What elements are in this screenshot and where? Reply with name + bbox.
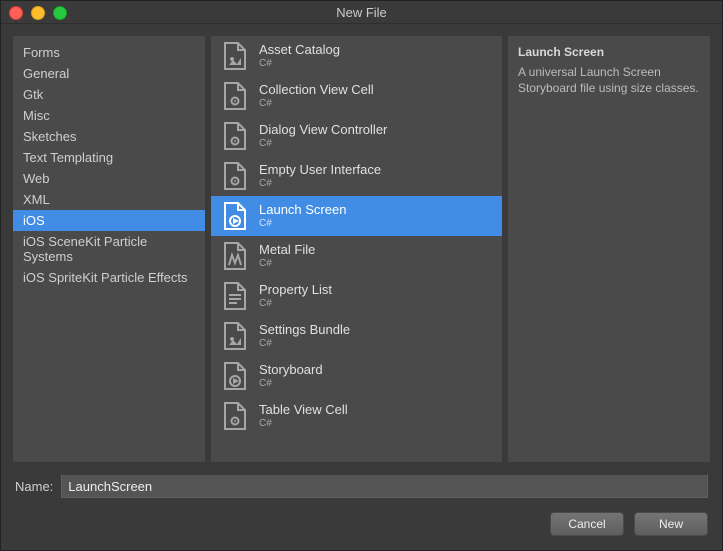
file-icon <box>219 161 249 191</box>
cancel-button[interactable]: Cancel <box>550 512 624 536</box>
file-icon <box>219 121 249 151</box>
file-icon <box>219 281 249 311</box>
window-title: New File <box>336 5 387 20</box>
template-lang: C# <box>259 338 350 349</box>
template-lang: C# <box>259 58 340 69</box>
template-lang: C# <box>259 178 381 189</box>
template-lang: C# <box>259 218 346 229</box>
category-item[interactable]: XML <box>13 189 205 210</box>
new-button[interactable]: New <box>634 512 708 536</box>
template-label: Settings Bundle <box>259 323 350 337</box>
close-icon[interactable] <box>9 6 23 20</box>
template-label: Table View Cell <box>259 403 348 417</box>
template-item[interactable]: Launch ScreenC# <box>211 196 502 236</box>
template-item[interactable]: Empty User InterfaceC# <box>211 156 502 196</box>
file-icon <box>219 201 249 231</box>
category-item[interactable]: Misc <box>13 105 205 126</box>
template-item[interactable]: Settings BundleC# <box>211 316 502 356</box>
template-label: Collection View Cell <box>259 83 374 97</box>
zoom-icon[interactable] <box>53 6 67 20</box>
template-item[interactable]: StoryboardC# <box>211 356 502 396</box>
minimize-icon[interactable] <box>31 6 45 20</box>
description-text: A universal Launch Screen Storyboard fil… <box>518 64 700 96</box>
category-list: FormsGeneralGtkMiscSketchesText Templati… <box>13 36 205 462</box>
category-item[interactable]: Gtk <box>13 84 205 105</box>
category-item[interactable]: Forms <box>13 42 205 63</box>
category-item[interactable]: Web <box>13 168 205 189</box>
file-icon <box>219 401 249 431</box>
category-item[interactable]: General <box>13 63 205 84</box>
template-label: Launch Screen <box>259 203 346 217</box>
template-label: Storyboard <box>259 363 323 377</box>
template-label: Empty User Interface <box>259 163 381 177</box>
template-lang: C# <box>259 378 323 389</box>
category-item[interactable]: iOS SceneKit Particle Systems <box>13 231 205 267</box>
file-icon <box>219 361 249 391</box>
template-item[interactable]: Dialog View ControllerC# <box>211 116 502 156</box>
template-item[interactable]: Collection View CellC# <box>211 76 502 116</box>
template-list: Asset CatalogC#Collection View CellC#Dia… <box>211 36 502 462</box>
category-item[interactable]: Text Templating <box>13 147 205 168</box>
file-icon <box>219 41 249 71</box>
template-lang: C# <box>259 138 387 149</box>
template-label: Asset Catalog <box>259 43 340 57</box>
template-label: Property List <box>259 283 332 297</box>
template-label: Dialog View Controller <box>259 123 387 137</box>
name-label: Name: <box>15 479 53 494</box>
name-input[interactable] <box>61 474 708 498</box>
file-icon <box>219 241 249 271</box>
template-lang: C# <box>259 98 374 109</box>
category-item[interactable]: iOS SpriteKit Particle Effects <box>13 267 205 288</box>
template-item[interactable]: Metal FileC# <box>211 236 502 276</box>
template-item[interactable]: Table View CellC# <box>211 396 502 436</box>
template-label: Metal File <box>259 243 315 257</box>
traffic-lights <box>9 6 67 20</box>
template-item[interactable]: Asset CatalogC# <box>211 36 502 76</box>
template-item[interactable]: Property ListC# <box>211 276 502 316</box>
description-panel: Launch Screen A universal Launch Screen … <box>508 36 710 462</box>
file-icon <box>219 321 249 351</box>
template-lang: C# <box>259 258 315 269</box>
category-item[interactable]: iOS <box>13 210 205 231</box>
category-item[interactable]: Sketches <box>13 126 205 147</box>
file-icon <box>219 81 249 111</box>
description-title: Launch Screen <box>518 44 700 60</box>
new-file-dialog: New File FormsGeneralGtkMiscSketchesText… <box>0 0 723 551</box>
template-lang: C# <box>259 418 348 429</box>
template-lang: C# <box>259 298 332 309</box>
titlebar: New File <box>1 1 722 24</box>
